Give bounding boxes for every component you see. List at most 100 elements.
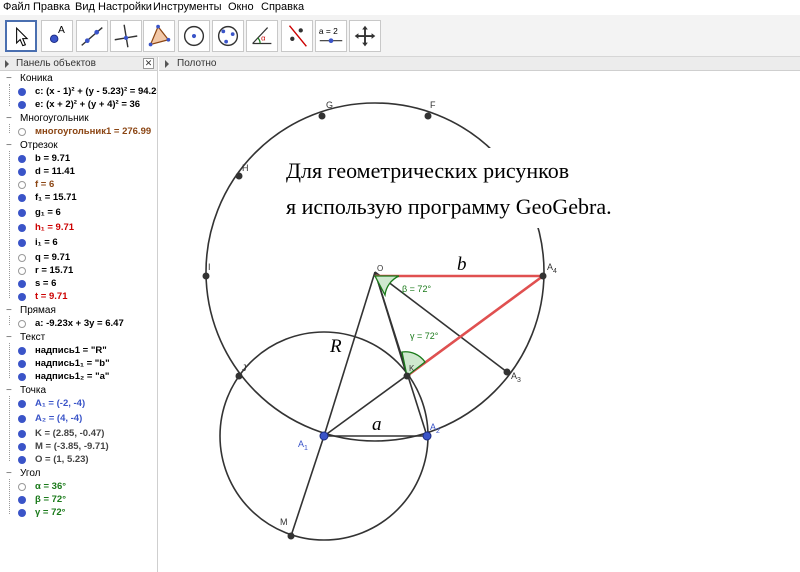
visibility-toggle-icon[interactable]	[18, 181, 26, 189]
menu-edit[interactable]: Правка	[33, 1, 70, 13]
algebra-item-text: q = 9.71	[35, 252, 71, 263]
algebra-item-text: f₁ = 15.71	[35, 192, 77, 203]
visibility-toggle-icon[interactable]	[18, 239, 26, 247]
panel-toggle-icon[interactable]	[165, 60, 169, 68]
menu-window[interactable]: Окно	[228, 1, 254, 13]
tree-connector	[9, 396, 10, 461]
visibility-toggle-icon[interactable]	[18, 483, 26, 491]
move-view-tool-button[interactable]	[349, 20, 381, 52]
visibility-toggle-icon[interactable]	[18, 88, 26, 96]
graphics-view-header: Полотно	[159, 57, 800, 71]
algebra-item-text: α = 36°	[35, 481, 67, 492]
line-icon	[81, 27, 103, 46]
visibility-toggle-icon[interactable]	[18, 400, 26, 408]
tree-connector	[9, 84, 10, 106]
collapse-icon[interactable]: −	[6, 332, 12, 343]
visibility-toggle-icon[interactable]	[18, 443, 26, 451]
visibility-toggle-icon[interactable]	[18, 267, 26, 275]
close-icon[interactable]: ✕	[143, 58, 154, 69]
algebra-item-text: надпись1₁ = "b"	[35, 358, 110, 369]
algebra-category-label: Точка	[20, 385, 47, 396]
algebra-category-label: Прямая	[20, 305, 56, 316]
visibility-toggle-icon[interactable]	[18, 415, 26, 423]
polygon-tool-button[interactable]	[143, 20, 175, 52]
collapse-icon[interactable]: −	[6, 385, 12, 396]
visibility-toggle-icon[interactable]	[18, 254, 26, 262]
visibility-toggle-icon[interactable]	[18, 373, 26, 381]
circle-three-points-tool-button[interactable]	[212, 20, 244, 52]
algebra-category-label: Отрезок	[20, 140, 58, 151]
collapse-icon[interactable]: −	[6, 305, 12, 316]
algebra-item-text: K = (2.85, -0.47)	[35, 428, 105, 439]
angle-tool-button[interactable]: α	[246, 20, 278, 52]
menu-help[interactable]: Справка	[261, 1, 304, 13]
algebra-item-text: t = 9.71	[35, 291, 68, 302]
line-tool-button[interactable]	[76, 20, 108, 52]
circle-tool-button[interactable]	[178, 20, 210, 52]
menu-tools[interactable]: Инструменты	[153, 1, 222, 13]
algebra-item-text: γ = 72°	[35, 507, 66, 518]
reflect-tool-button[interactable]	[281, 20, 313, 52]
visibility-toggle-icon[interactable]	[18, 293, 26, 301]
visibility-toggle-icon[interactable]	[18, 456, 26, 464]
algebra-panel-title: Панель объектов	[16, 58, 96, 69]
algebra-item-text: β = 72°	[35, 494, 66, 505]
visibility-toggle-icon[interactable]	[18, 101, 26, 109]
geogebra-window: Файл Правка Вид Настройки Инструменты Ок…	[0, 0, 800, 572]
menu-bar: Файл Правка Вид Настройки Инструменты Ок…	[0, 0, 800, 15]
algebra-item-text: d = 11.41	[35, 166, 75, 177]
algebra-category-label: Угол	[20, 468, 41, 479]
algebra-item-text: A₂ = (4, -4)	[35, 413, 83, 424]
algebra-category-label: Многоугольник	[20, 113, 89, 124]
algebra-item-text: b = 9.71	[35, 153, 71, 164]
algebra-item-text: a: -9.23x + 3y = 6.47	[35, 318, 124, 329]
algebra-item-text: O = (1, 5.23)	[35, 454, 89, 465]
algebra-item-text: r = 15.71	[35, 265, 74, 276]
collapse-icon[interactable]: −	[6, 113, 12, 124]
algebra-item-text: многоугольник1 = 276.99	[35, 126, 152, 137]
graphics-view: Полотно	[159, 57, 800, 572]
perpendicular-icon	[114, 24, 138, 48]
tree-connector	[9, 316, 10, 325]
visibility-toggle-icon[interactable]	[18, 209, 26, 217]
circle-three-points-icon	[217, 25, 239, 47]
perpendicular-tool-button[interactable]	[110, 20, 142, 52]
menu-view[interactable]: Вид	[75, 1, 95, 13]
algebra-item-text: e: (x + 2)² + (y + 4)² = 36	[35, 99, 141, 110]
visibility-toggle-icon[interactable]	[18, 496, 26, 504]
slider-tool-label: a = 2	[319, 26, 338, 36]
visibility-toggle-icon[interactable]	[18, 509, 26, 517]
visibility-toggle-icon[interactable]	[18, 430, 26, 438]
collapse-icon[interactable]: −	[6, 140, 12, 151]
move-tool-button[interactable]	[5, 20, 37, 52]
angle-icon: α	[252, 27, 272, 45]
algebra-item-text: s = 6	[35, 278, 57, 289]
algebra-item-text: f = 6	[35, 179, 55, 190]
algebra-category-label: Коника	[20, 73, 53, 84]
visibility-toggle-icon[interactable]	[18, 168, 26, 176]
visibility-toggle-icon[interactable]	[18, 280, 26, 288]
point-tool-label: A	[58, 25, 65, 36]
visibility-toggle-icon[interactable]	[18, 194, 26, 202]
tree-connector	[9, 151, 10, 298]
panel-toggle-icon[interactable]	[5, 60, 9, 68]
collapse-icon[interactable]: −	[6, 73, 12, 84]
visibility-toggle-icon[interactable]	[18, 224, 26, 232]
slider-icon: a = 2	[319, 26, 343, 44]
point-tool-button[interactable]: A	[41, 20, 73, 52]
visibility-toggle-icon[interactable]	[18, 360, 26, 368]
visibility-toggle-icon[interactable]	[18, 320, 26, 328]
visibility-toggle-icon[interactable]	[18, 155, 26, 163]
menu-file[interactable]: Файл	[3, 1, 30, 13]
angle-tool-label: α	[261, 34, 266, 43]
algebra-category-label: Текст	[20, 332, 46, 343]
graphics-view-title: Полотно	[177, 58, 217, 69]
slider-tool-button[interactable]: a = 2	[315, 20, 347, 52]
algebra-item-text: i₁ = 6	[35, 237, 58, 248]
visibility-toggle-icon[interactable]	[18, 347, 26, 355]
collapse-icon[interactable]: −	[6, 468, 12, 479]
menu-settings[interactable]: Настройки	[98, 1, 152, 13]
move-cross-icon	[354, 25, 376, 47]
visibility-toggle-icon[interactable]	[18, 128, 26, 136]
algebra-item-text: h₁ = 9.71	[35, 222, 75, 233]
